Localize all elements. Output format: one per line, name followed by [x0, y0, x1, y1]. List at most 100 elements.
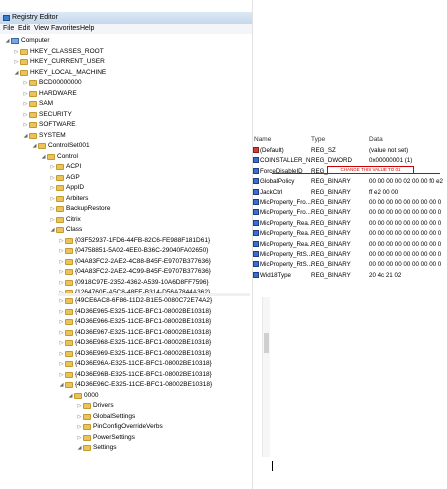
tree-item[interactable]: ▷ SOFTWARE: [22, 120, 76, 130]
expand-arrow-icon[interactable]: ▷: [13, 57, 20, 67]
value-row[interactable]: MicProperty_Rea... REG_BINARY 00 00 00 00 …: [253, 229, 447, 238]
tree-item[interactable]: ▷ {4D36E966-E325-11CE-BFC1-08002BE10318}: [58, 317, 211, 327]
tree-item[interactable]: ▷ SECURITY: [22, 110, 72, 120]
expand-arrow-icon[interactable]: ▷: [76, 401, 83, 411]
collapse-arrow-icon[interactable]: ◢: [58, 380, 65, 390]
tree-item[interactable]: ▷ {03F52937-1FD6-44FB-82C6-FE988F181D61}: [58, 236, 210, 246]
expand-arrow-icon[interactable]: ▷: [22, 110, 29, 120]
expand-arrow-icon[interactable]: ▷: [49, 194, 56, 204]
collapse-arrow-icon[interactable]: ◢: [4, 36, 11, 46]
menu-help[interactable]: Help: [80, 25, 94, 32]
collapse-arrow-icon[interactable]: ◢: [67, 391, 74, 401]
vertical-scrollbar[interactable]: [262, 297, 270, 457]
value-row[interactable]: MicProperty_RtS... REG_BINARY 00 00 00 00 …: [253, 260, 447, 269]
scrollbar-thumb[interactable]: [264, 333, 269, 353]
expand-arrow-icon[interactable]: ▷: [22, 89, 29, 99]
expand-arrow-icon[interactable]: ▷: [58, 257, 65, 267]
tree-item[interactable]: ◢ {4D36E96C-E325-11CE-BFC1-08002BE10318}: [58, 380, 212, 390]
expand-arrow-icon[interactable]: ▷: [58, 296, 65, 306]
expand-arrow-icon[interactable]: ▷: [76, 412, 83, 422]
column-header-type[interactable]: Type: [311, 136, 325, 143]
expand-arrow-icon[interactable]: ▷: [58, 370, 65, 380]
tree-item[interactable]: ▷ {4D36E967-E325-11CE-BFC1-08002BE10318}: [58, 328, 211, 338]
value-row[interactable]: MicProperty_RtS... REG_BINARY 00 00 00 00 …: [253, 250, 447, 259]
expand-arrow-icon[interactable]: ▷: [13, 47, 20, 57]
menu-favorites[interactable]: Favorites: [51, 25, 80, 32]
expand-arrow-icon[interactable]: ▷: [58, 349, 65, 359]
tree-item[interactable]: ▷ Arbiters: [49, 194, 88, 204]
tree-item[interactable]: ▷ {4D36E968-E325-11CE-BFC1-08002BE10318}: [58, 338, 211, 348]
tree-item[interactable]: ▷ ACPI: [49, 162, 81, 172]
tree-item[interactable]: ▷ PinConfigOverrideVerbs: [76, 422, 163, 432]
tree-item[interactable]: ▷ {49CE6AC8-6F86-11D2-B1E5-0080C72E74A2}: [58, 296, 212, 306]
tree-item[interactable]: ▷ {04A83FC2-2AE2-4C99-B45F-E9707B377636}: [58, 267, 211, 277]
value-row[interactable]: GlobalPolicy REG_BINARY 00 00 00 00 02 00 …: [253, 177, 447, 186]
tree-item[interactable]: ▷ Drivers: [76, 401, 114, 411]
expand-arrow-icon[interactable]: ▷: [58, 359, 65, 369]
tree-item[interactable]: ▷ {04A83FC2-2AE2-4C88-B45F-E9707B377636}: [58, 257, 211, 267]
tree-item[interactable]: ◢ ControlSet001: [31, 141, 90, 151]
expand-arrow-icon[interactable]: ▷: [58, 246, 65, 256]
value-row[interactable]: Wid18Type REG_BINARY 20 4c 21 02: [253, 271, 447, 280]
menu-edit[interactable]: Edit: [18, 25, 30, 32]
expand-arrow-icon[interactable]: ▷: [49, 162, 56, 172]
tree-item[interactable]: ▷ Citrix: [49, 215, 81, 225]
expand-arrow-icon[interactable]: ▷: [58, 236, 65, 246]
tree-item[interactable]: ◢ HKEY_LOCAL_MACHINE: [13, 68, 106, 78]
tree-item[interactable]: ▷ {4D36E96B-E325-11CE-BFC1-08002BE10318}: [58, 370, 212, 380]
expand-arrow-icon[interactable]: ▷: [49, 183, 56, 193]
expand-arrow-icon[interactable]: ▷: [58, 307, 65, 317]
value-row[interactable]: COINSTALLER_N... REG_DWORD 0x00000001 (1): [253, 156, 447, 165]
expand-arrow-icon[interactable]: ▷: [76, 422, 83, 432]
value-row[interactable]: MicProperty_Fro... REG_BINARY 00 00 00 00 …: [253, 208, 447, 217]
value-row[interactable]: MicProperty_Rea... REG_BINARY 00 00 00 00 …: [253, 219, 447, 228]
tree-item[interactable]: ◢ Settings: [76, 443, 117, 453]
expand-arrow-icon[interactable]: ▷: [58, 278, 65, 288]
menu-file[interactable]: File: [3, 25, 14, 32]
menu-view[interactable]: View: [34, 25, 49, 32]
collapse-arrow-icon[interactable]: ◢: [40, 152, 47, 162]
expand-arrow-icon[interactable]: ▷: [49, 215, 56, 225]
expand-arrow-icon[interactable]: ▷: [22, 99, 29, 109]
tree-item[interactable]: ▷ {04758851-5A02-4EE0-B36C-29040FA02650}: [58, 246, 208, 256]
tree-item[interactable]: ◢ 0000: [67, 391, 98, 401]
expand-arrow-icon[interactable]: ▷: [58, 338, 65, 348]
expand-arrow-icon[interactable]: ▷: [22, 120, 29, 130]
expand-arrow-icon[interactable]: ▷: [58, 267, 65, 277]
tree-item[interactable]: ▷ SAM: [22, 99, 53, 109]
collapse-arrow-icon[interactable]: ◢: [49, 225, 56, 235]
tree-item[interactable]: ▷ BackupRestore: [49, 204, 110, 214]
tree-item[interactable]: ▷ PowerSettings: [76, 433, 135, 443]
collapse-arrow-icon[interactable]: ◢: [31, 141, 38, 151]
value-row[interactable]: MicProperty_Fro... REG_BINARY 00 00 00 00 …: [253, 198, 447, 207]
expand-arrow-icon[interactable]: ▷: [49, 204, 56, 214]
tree-item[interactable]: ◢ Class: [49, 225, 82, 235]
expand-arrow-icon[interactable]: ▷: [76, 433, 83, 443]
tree-item[interactable]: ▷ AppID: [49, 183, 84, 193]
value-row[interactable]: (Default) REG_SZ (value not set): [253, 146, 447, 155]
expand-arrow-icon[interactable]: ▷: [58, 317, 65, 327]
tree-item[interactable]: ▷ {4D36E965-E325-11CE-BFC1-08002BE10318}: [58, 307, 211, 317]
tree-item[interactable]: ◢ Computer: [4, 36, 50, 46]
value-row[interactable]: MicProperty_Rea... REG_BINARY 00 00 00 00 …: [253, 240, 447, 249]
collapse-arrow-icon[interactable]: ◢: [13, 68, 20, 78]
expand-arrow-icon[interactable]: ▷: [22, 78, 29, 88]
tree-item[interactable]: ▷ AGP: [49, 173, 80, 183]
tree-item[interactable]: ▷ HKEY_CURRENT_USER: [13, 57, 105, 67]
collapse-arrow-icon[interactable]: ◢: [76, 443, 83, 453]
column-header-data[interactable]: Data: [369, 136, 383, 143]
tree-item[interactable]: ▷ BCD00000000: [22, 78, 82, 88]
tree-item[interactable]: ▷ HKEY_CLASSES_ROOT: [13, 47, 104, 57]
collapse-arrow-icon[interactable]: ◢: [22, 131, 29, 141]
tree-item[interactable]: ▷ {0918C97E-2352-4362-A539-10A6D8FF7596}: [58, 278, 209, 288]
tree-item[interactable]: ▷ {4D36E969-E325-11CE-BFC1-08002BE10318}: [58, 349, 211, 359]
column-header-name[interactable]: Name: [254, 136, 271, 143]
tree-item[interactable]: ▷ GlobalSettings: [76, 412, 135, 422]
tree-item[interactable]: ▷ {4D36E96A-E325-11CE-BFC1-08002BE10318}: [58, 359, 212, 369]
tree-item[interactable]: ▷ HARDWARE: [22, 89, 77, 99]
expand-arrow-icon[interactable]: ▷: [58, 328, 65, 338]
tree-item[interactable]: ◢ Control: [40, 152, 78, 162]
expand-arrow-icon[interactable]: ▷: [49, 173, 56, 183]
tree-item[interactable]: ◢ SYSTEM: [22, 131, 66, 141]
value-row[interactable]: JackCtrl REG_BINARY ff e2 00 00: [253, 188, 447, 197]
